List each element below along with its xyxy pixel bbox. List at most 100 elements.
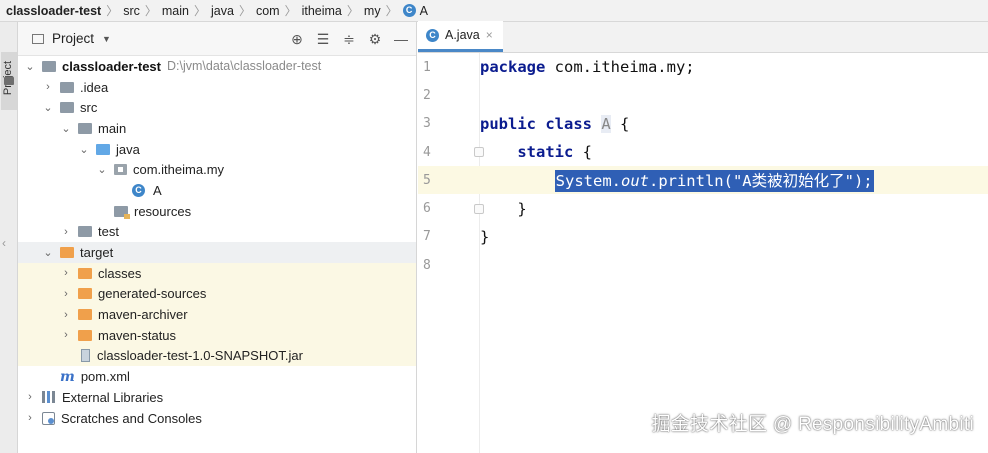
tree-item-src[interactable]: ⌄ src bbox=[18, 97, 416, 118]
tree-item-classloader-test[interactable]: ⌄ classloader-test D:\jvm\data\classload… bbox=[18, 56, 416, 77]
tree-item-label: pom.xml bbox=[80, 369, 130, 385]
chevron-right-icon[interactable]: › bbox=[60, 226, 72, 238]
tree-item-label: classes bbox=[98, 265, 142, 281]
chevron-right-icon[interactable]: › bbox=[60, 288, 72, 300]
fold-icon[interactable] bbox=[474, 203, 484, 214]
folder-icon bbox=[32, 33, 44, 44]
tree-item-label: resources bbox=[134, 203, 192, 219]
class-icon: C bbox=[402, 4, 416, 17]
tree-item-label: test bbox=[98, 224, 119, 240]
gear-icon[interactable]: ⚙ bbox=[366, 30, 384, 48]
code-line[interactable]: 8 bbox=[418, 251, 988, 279]
folder-icon bbox=[4, 77, 14, 85]
breadcrumb-item-main[interactable]: main bbox=[162, 4, 189, 18]
breadcrumb-item-project[interactable]: classloader-test bbox=[6, 4, 101, 18]
chevron-down-icon[interactable]: ⌄ bbox=[24, 60, 36, 73]
tab-a-java[interactable]: C A.java × bbox=[418, 21, 503, 52]
tree-item-resources[interactable]: resources bbox=[18, 201, 416, 222]
tree-item-label: main bbox=[98, 120, 127, 136]
collapse-all-icon[interactable]: ≑ bbox=[340, 30, 358, 48]
chevron-right-icon: 〉 bbox=[144, 4, 157, 18]
tree-item-path: D:\jvm\data\classloader-test bbox=[167, 59, 322, 74]
line-number: 1 bbox=[423, 59, 431, 75]
breadcrumb-item-java[interactable]: java bbox=[211, 4, 234, 18]
chevron-right-icon: 〉 bbox=[106, 4, 119, 18]
tree-item-label: .idea bbox=[80, 79, 109, 95]
line-number: 5 bbox=[423, 172, 431, 188]
chevron-down-icon[interactable]: ⌄ bbox=[60, 122, 72, 135]
code-line-current[interactable]: 5 System.out.println("A类被初始化了"); bbox=[418, 166, 988, 195]
line-number: 7 bbox=[423, 229, 431, 245]
chevron-right-icon: 〉 bbox=[346, 4, 359, 18]
tree-item-java[interactable]: ⌄ java bbox=[18, 139, 416, 160]
code-text: } bbox=[480, 227, 490, 246]
code-line[interactable]: 7 } bbox=[418, 223, 988, 251]
chevron-down-icon[interactable]: ⌄ bbox=[78, 143, 90, 156]
library-icon bbox=[42, 391, 56, 404]
locate-icon[interactable]: ⊕ bbox=[288, 30, 306, 48]
code-area[interactable]: 1 package com.itheima.my; 2 3 public cla… bbox=[418, 53, 988, 279]
code-line[interactable]: 6 } bbox=[418, 194, 988, 222]
excluded-folder-icon bbox=[78, 309, 92, 321]
breadcrumb: classloader-test 〉 src 〉 main 〉 java 〉 com 〉 … bbox=[0, 0, 988, 22]
code-line[interactable]: 2 bbox=[418, 81, 988, 109]
chevron-right-icon: 〉 bbox=[193, 4, 206, 18]
project-view-selector[interactable]: Project bbox=[52, 31, 94, 46]
tree-item-jar[interactable]: classloader-test-1.0-SNAPSHOT.jar bbox=[18, 345, 416, 367]
code-text: } bbox=[517, 199, 527, 218]
code-editor: C A.java × 1 package com.itheima.my; 2 3… bbox=[418, 21, 988, 453]
fold-icon[interactable] bbox=[474, 147, 484, 158]
chevron-right-icon[interactable]: › bbox=[24, 391, 36, 403]
expand-all-icon[interactable]: ☰ bbox=[314, 30, 332, 48]
tree-item-label: classloader-test bbox=[62, 58, 161, 74]
tree-item-target[interactable]: ⌄ target bbox=[18, 242, 416, 263]
tree-item-label: Scratches and Consoles bbox=[61, 410, 202, 426]
folder-icon bbox=[60, 102, 74, 114]
tree-item-idea[interactable]: › .idea bbox=[18, 77, 416, 98]
chevron-down-icon[interactable]: ⌄ bbox=[96, 163, 108, 176]
tool-window-strip: Project ‹ bbox=[0, 22, 18, 453]
breadcrumb-item-itheima[interactable]: itheima bbox=[302, 4, 342, 18]
tree-item-test[interactable]: › test bbox=[18, 222, 416, 243]
folder-icon bbox=[78, 122, 92, 134]
chevron-down-icon[interactable]: ▼ bbox=[102, 34, 111, 44]
resources-folder-icon bbox=[114, 205, 130, 219]
tree-item-label: A bbox=[153, 182, 162, 198]
class-icon: C bbox=[426, 28, 439, 42]
tree-item-main[interactable]: ⌄ main bbox=[18, 118, 416, 139]
tree-item-maven-status[interactable]: › maven-status bbox=[18, 324, 416, 346]
breadcrumb-item-my[interactable]: my bbox=[364, 4, 381, 18]
breadcrumb-item-class-a[interactable]: CA bbox=[402, 3, 428, 18]
code-line[interactable]: 4 static { bbox=[418, 138, 988, 166]
minimize-icon[interactable]: — bbox=[392, 30, 410, 48]
project-panel: Project ▼ ⊕ ☰ ≑ ⚙ — ⌄ classloader-test D… bbox=[18, 22, 417, 453]
chevron-right-icon[interactable]: › bbox=[24, 412, 36, 424]
chevron-right-icon[interactable]: › bbox=[60, 329, 72, 341]
tree-item-maven-archiver[interactable]: › maven-archiver bbox=[18, 304, 416, 325]
editor-tabs: C A.java × bbox=[418, 21, 988, 53]
chevron-left-icon[interactable]: ‹ bbox=[2, 236, 6, 250]
excluded-folder-icon bbox=[78, 329, 92, 341]
tree-item-external-libraries[interactable]: › External Libraries bbox=[18, 387, 416, 408]
tree-item-class-a[interactable]: C A bbox=[18, 180, 416, 201]
tree-item-classes[interactable]: › classes bbox=[18, 262, 416, 284]
chevron-right-icon[interactable]: › bbox=[42, 81, 54, 93]
breadcrumb-item-src[interactable]: src bbox=[123, 4, 140, 18]
breadcrumb-item-com[interactable]: com bbox=[256, 4, 280, 18]
project-tree: ⌄ classloader-test D:\jvm\data\classload… bbox=[18, 56, 416, 428]
chevron-right-icon: 〉 bbox=[385, 4, 398, 18]
chevron-right-icon[interactable]: › bbox=[60, 309, 72, 321]
code-line[interactable]: 1 package com.itheima.my; bbox=[418, 53, 988, 81]
tree-item-package[interactable]: ⌄ com.itheima.my bbox=[18, 159, 416, 180]
chevron-down-icon[interactable]: ⌄ bbox=[42, 101, 54, 114]
code-line[interactable]: 3 public class A { bbox=[418, 110, 988, 138]
chevron-down-icon[interactable]: ⌄ bbox=[42, 246, 54, 259]
tree-item-pom[interactable]: m pom.xml bbox=[18, 366, 416, 387]
tree-item-scratches[interactable]: › Scratches and Consoles bbox=[18, 408, 416, 429]
tree-item-label: maven-status bbox=[98, 327, 177, 343]
tree-item-generated-sources[interactable]: › generated-sources bbox=[18, 283, 416, 305]
chevron-right-icon[interactable]: › bbox=[60, 267, 72, 279]
breadcrumb-item-label: A bbox=[419, 3, 428, 18]
close-icon[interactable]: × bbox=[486, 28, 493, 42]
maven-file-icon: m bbox=[60, 368, 75, 385]
